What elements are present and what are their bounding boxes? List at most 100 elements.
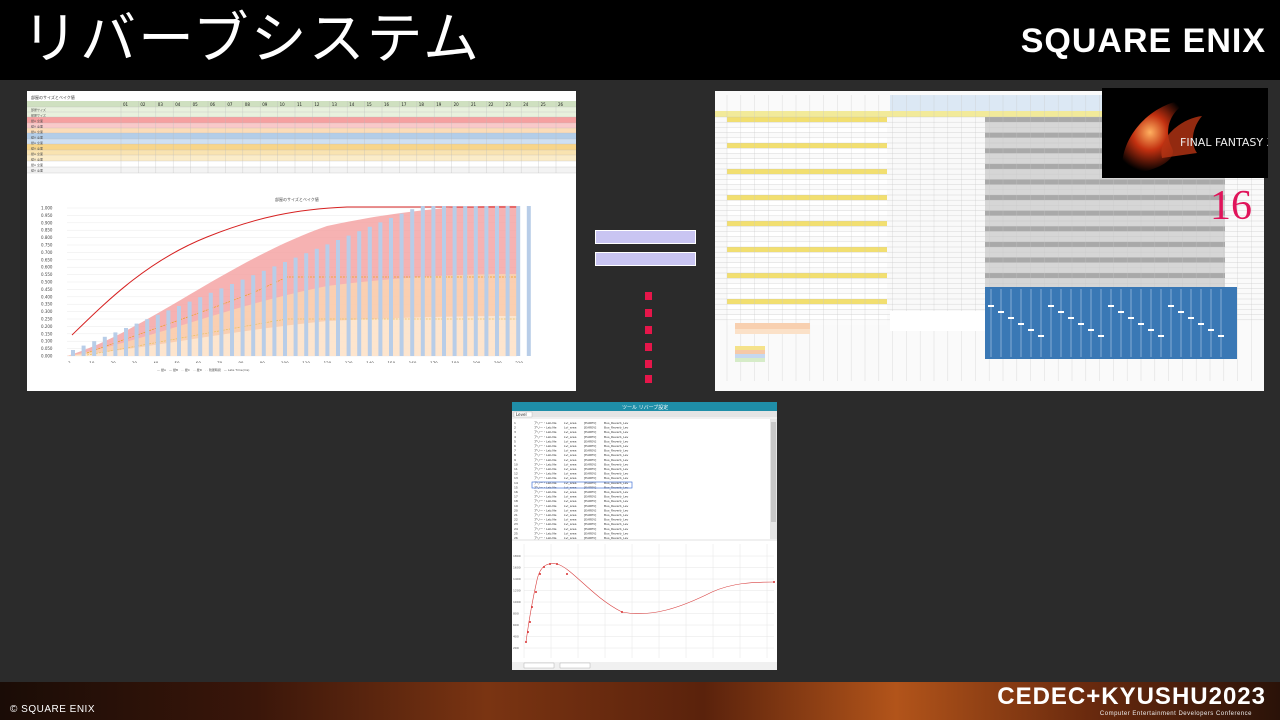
y-tick-label: 600 <box>513 623 519 627</box>
svg-text:壁A 全面: 壁A 全面 <box>31 146 43 151</box>
equals-bar-top <box>595 230 696 244</box>
column-header: 09 <box>262 102 268 107</box>
reverb-tool-window: ツール リバーブ設定 Level 1 アリー・Lab.Ne Lvl_area [EAR… <box>512 402 777 670</box>
column-header: 02 <box>140 102 146 107</box>
bar <box>505 206 510 356</box>
y-tick-label: 1.000 <box>41 206 53 211</box>
svg-text:Lvl_area: Lvl_area <box>564 485 577 489</box>
svg-text:Bus_Reverb_Lev: Bus_Reverb_Lev <box>604 485 629 489</box>
column-header: 13 <box>332 102 338 107</box>
svg-text:2: 2 <box>514 426 516 430</box>
curve-point[interactable] <box>535 591 537 593</box>
y-tick-label: 0.900 <box>41 220 53 225</box>
svg-text:アリー・Lab.Ne: アリー・Lab.Ne <box>534 517 557 522</box>
svg-text:[EAREV]: [EAREV] <box>584 467 596 471</box>
ellipsis-dot <box>645 309 652 317</box>
svg-text:[EAREV]: [EAREV] <box>584 472 596 476</box>
bar <box>442 206 446 356</box>
svg-text:壁A 全面: 壁A 全面 <box>31 124 43 129</box>
svg-text:3: 3 <box>514 430 516 434</box>
svg-text:Bus_Reverb_Lev: Bus_Reverb_Lev <box>604 458 629 462</box>
svg-text:Lvl_area: Lvl_area <box>564 467 577 471</box>
column-header: 14 <box>349 102 355 107</box>
column-header: 24 <box>523 102 529 107</box>
curve-point[interactable] <box>525 641 527 643</box>
svg-text:14: 14 <box>514 481 518 485</box>
bar <box>230 284 234 356</box>
svg-text:[EAREV]: [EAREV] <box>584 490 596 494</box>
curve-point[interactable] <box>621 611 623 613</box>
svg-text:Bus_Reverb_Lev: Bus_Reverb_Lev <box>604 444 629 448</box>
svg-text:[EAREV]: [EAREV] <box>584 508 596 512</box>
curve-point[interactable] <box>543 566 545 568</box>
svg-text:Lvl_area: Lvl_area <box>564 421 577 425</box>
svg-text:アリー・Lab.Ne: アリー・Lab.Ne <box>534 471 557 476</box>
curve-point[interactable] <box>527 631 529 633</box>
column-header: 26 <box>558 102 564 107</box>
svg-text:アリー・Lab.Ne: アリー・Lab.Ne <box>534 535 557 540</box>
svg-text:壁A 全面: 壁A 全面 <box>31 140 43 145</box>
svg-text:Bus_Reverb_Lev: Bus_Reverb_Lev <box>604 513 629 517</box>
bar <box>484 206 489 356</box>
svg-text:Bus_Reverb_Lev: Bus_Reverb_Lev <box>604 449 629 453</box>
tool-button[interactable] <box>523 662 555 669</box>
curve-point[interactable] <box>539 573 541 575</box>
bar <box>272 266 277 356</box>
svg-text:[EAREV]: [EAREV] <box>584 439 596 443</box>
bar <box>452 206 457 356</box>
bar <box>71 350 75 356</box>
svg-text:21: 21 <box>514 513 518 517</box>
bar <box>367 226 372 356</box>
svg-text:アリー・Lab.Ne: アリー・Lab.Ne <box>534 475 557 480</box>
svg-text:アリー・Lab.Ne: アリー・Lab.Ne <box>534 448 557 453</box>
svg-text:アリー・Lab.Ne: アリー・Lab.Ne <box>534 530 557 535</box>
svg-text:[EAREV]: [EAREV] <box>584 531 596 535</box>
y-tick-label: 0.350 <box>41 302 53 307</box>
column-header: 23 <box>506 102 512 107</box>
curve-point[interactable] <box>549 563 551 565</box>
bar <box>336 240 340 356</box>
bar <box>389 218 393 356</box>
bar <box>240 279 245 356</box>
bar <box>261 270 266 356</box>
tool-button[interactable] <box>559 662 591 669</box>
cedec-kyushu-logo: CEDEC+KYUSHU2023 <box>997 683 1266 710</box>
svg-text:Lvl_area: Lvl_area <box>564 476 577 480</box>
svg-text:4: 4 <box>514 435 516 439</box>
svg-text:Bus_Reverb_Lev: Bus_Reverb_Lev <box>604 435 629 439</box>
svg-text:アリー・Lab.Ne: アリー・Lab.Ne <box>534 420 557 425</box>
svg-text:[EAREV]: [EAREV] <box>584 522 596 526</box>
svg-text:[EAREV]: [EAREV] <box>584 430 596 434</box>
curve-point[interactable] <box>556 563 558 565</box>
svg-text:20: 20 <box>514 508 518 512</box>
curve-point[interactable] <box>773 581 775 583</box>
svg-text:Lvl_area: Lvl_area <box>564 527 577 531</box>
svg-text:Bus_Reverb_Lev: Bus_Reverb_Lev <box>604 462 629 466</box>
svg-text:23: 23 <box>514 522 518 526</box>
svg-text:25: 25 <box>514 531 518 535</box>
svg-text:Lvl_area: Lvl_area <box>564 513 577 517</box>
bar <box>357 231 362 356</box>
svg-text:[EAREV]: [EAREV] <box>584 518 596 522</box>
svg-text:[EAREV]: [EAREV] <box>584 449 596 453</box>
bar <box>346 235 351 356</box>
svg-text:17: 17 <box>514 495 518 499</box>
svg-text:Bus_Reverb_Lev: Bus_Reverb_Lev <box>604 536 629 540</box>
y-tick-label: 0.500 <box>41 280 53 285</box>
curve-point[interactable] <box>531 606 533 608</box>
bar <box>145 319 150 356</box>
curve-point[interactable] <box>529 621 531 623</box>
title-bar: リバーブシステム SQUARE ENIX <box>0 0 1280 80</box>
column-header: 19 <box>436 102 442 107</box>
svg-text:部屋サイズ: 部屋サイズ <box>31 113 46 118</box>
bar <box>102 336 107 356</box>
svg-text:アリー・Lab.Ne: アリー・Lab.Ne <box>534 425 557 430</box>
svg-text:7: 7 <box>514 449 516 453</box>
curve-point[interactable] <box>566 573 568 575</box>
y-tick-label: 0.650 <box>41 257 53 262</box>
column-header: 16 <box>384 102 390 107</box>
y-tick-label: 0.000 <box>41 354 53 359</box>
svg-text:22: 22 <box>514 518 518 522</box>
column-header: 15 <box>367 102 373 107</box>
y-tick-label: 0.600 <box>41 265 53 270</box>
